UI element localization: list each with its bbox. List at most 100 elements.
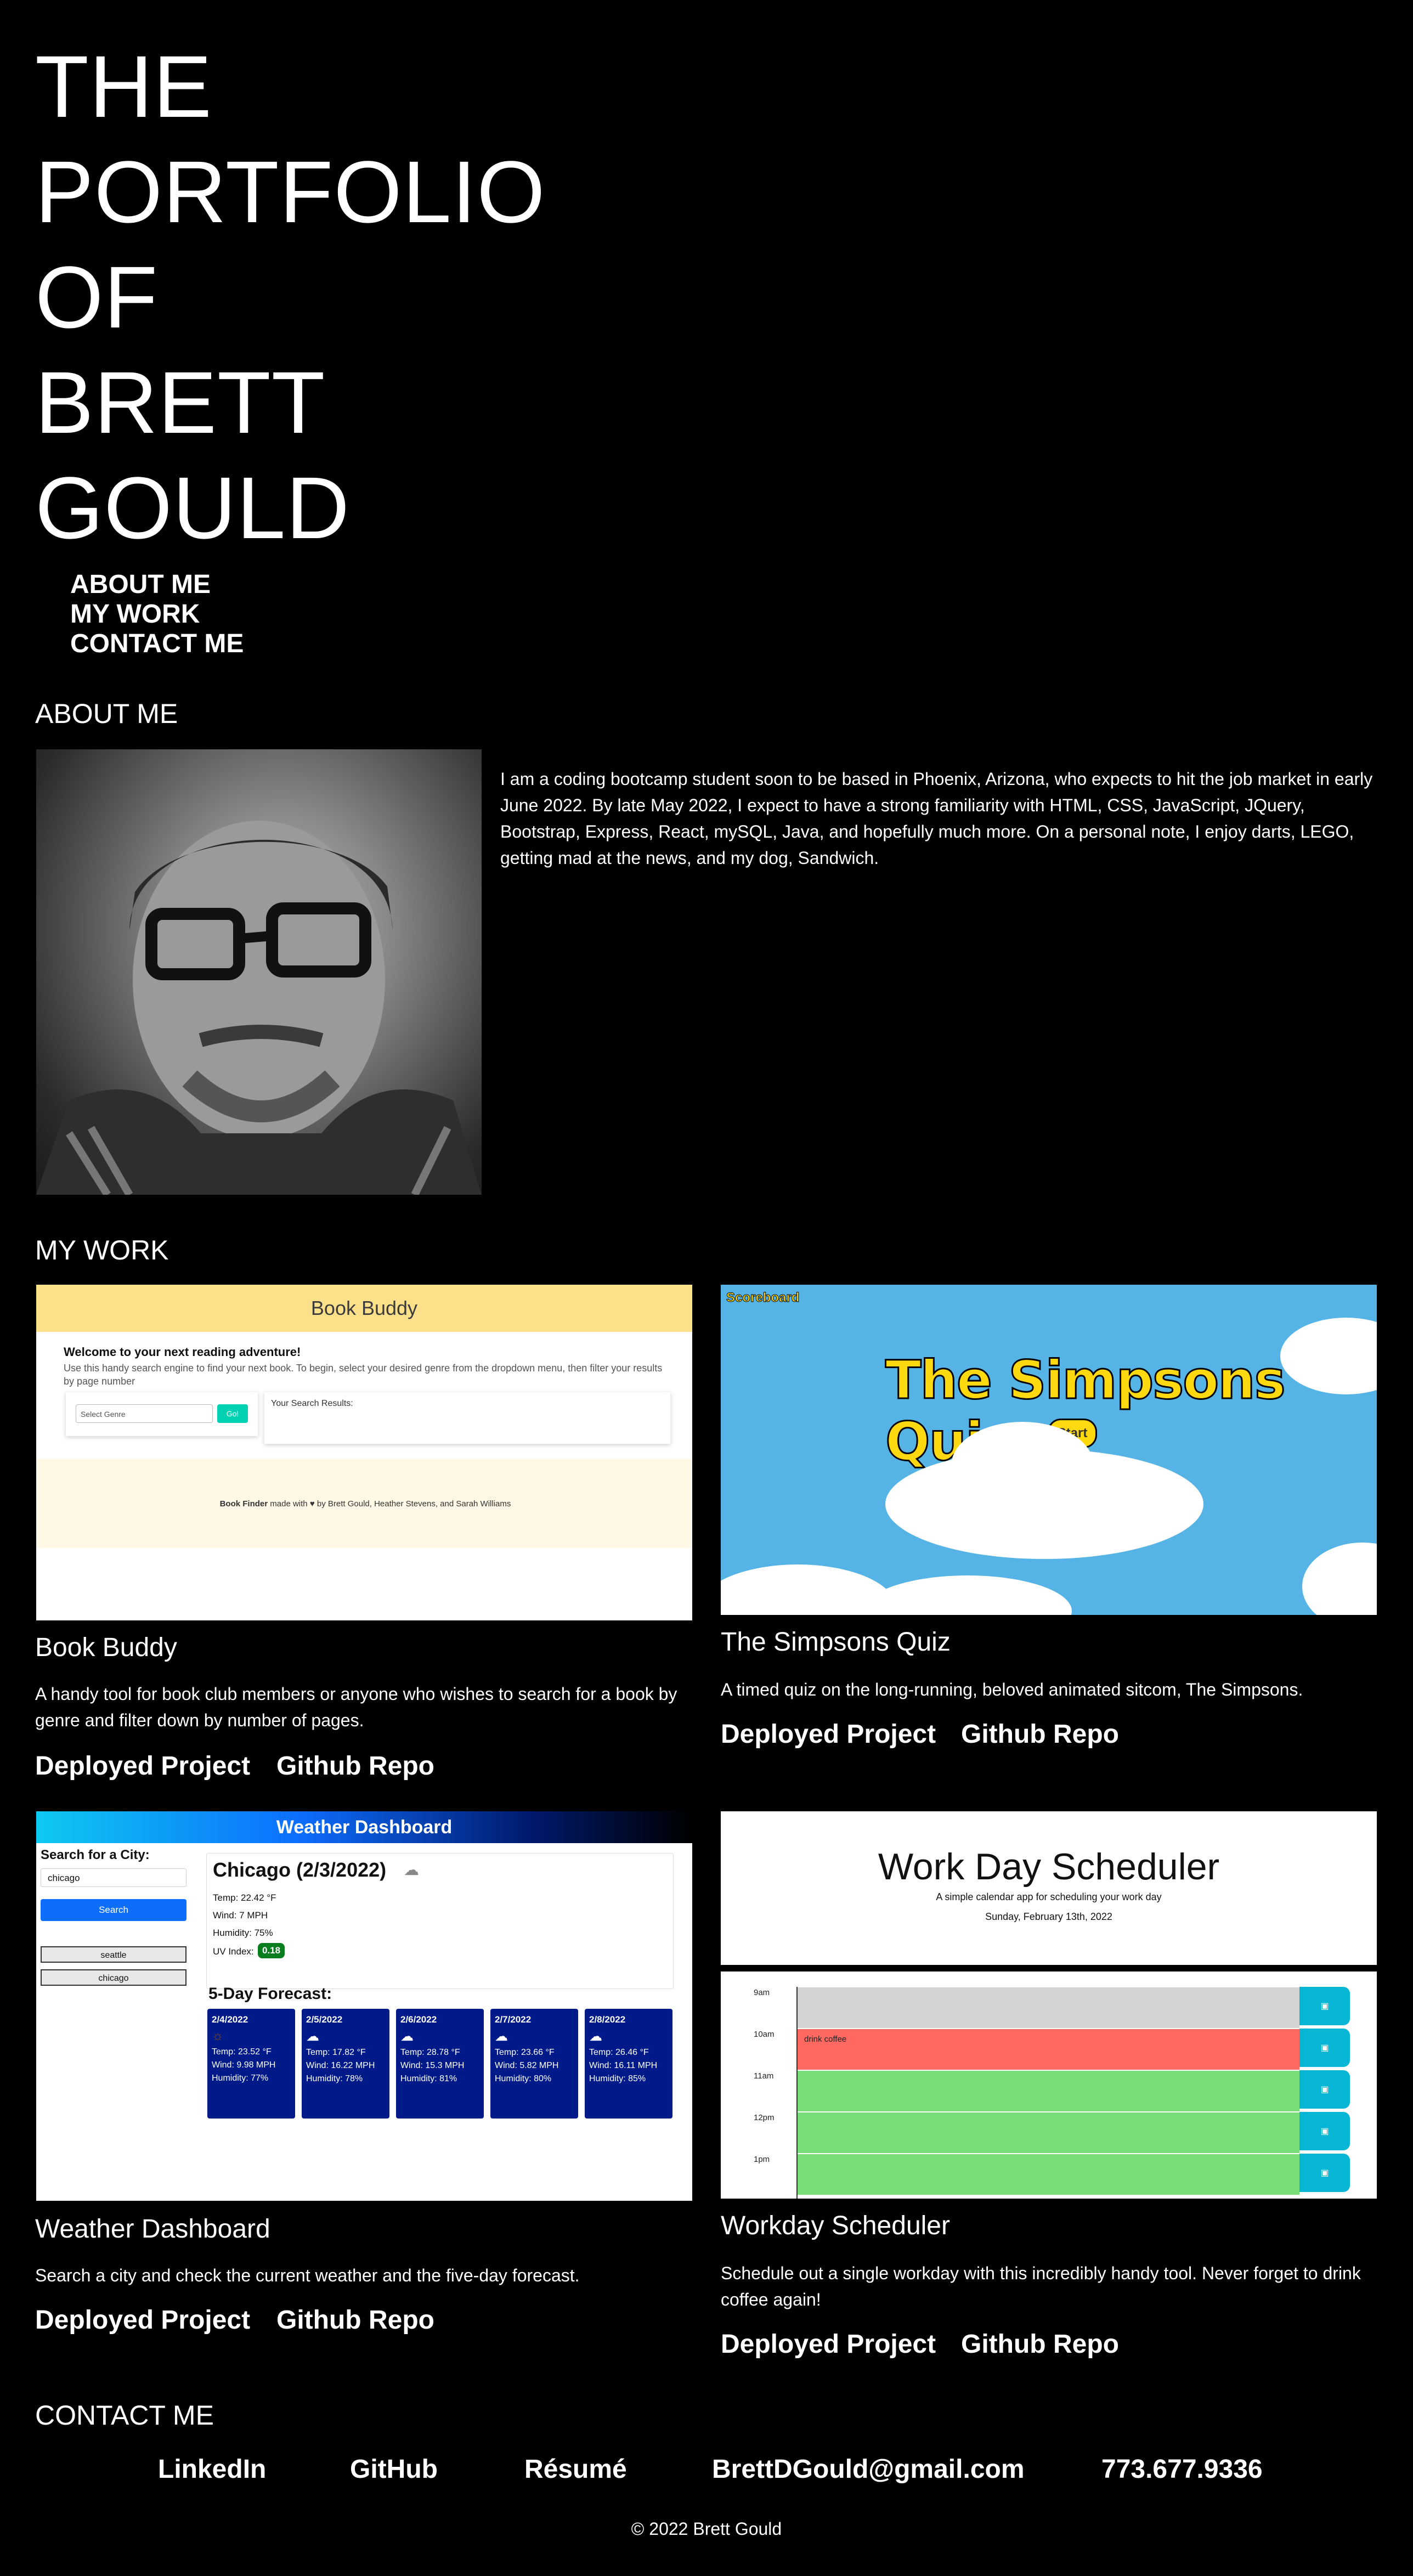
wd-day-temp: Temp: 28.78 °F: [400, 2048, 460, 2057]
profile-photo: [36, 749, 482, 1195]
nav-work-link[interactable]: MY WORK: [70, 601, 200, 628]
wd-humidity: Humidity: 75%: [213, 1928, 273, 1938]
wd-banner: Weather Dashboard: [36, 1811, 692, 1843]
save-icon: ▣: [1299, 2070, 1350, 2109]
ws-row-present: drink coffee: [798, 2029, 1299, 2070]
wd-day-wind: Wind: 9.98 MPH: [212, 2060, 276, 2070]
wd-day-icon: ☁: [589, 2029, 602, 2044]
project-desc-book-buddy: A handy tool for book club members or an…: [35, 1684, 677, 1730]
wd-day-date: 2/8/2022: [589, 2014, 626, 2025]
ws-row-future: [798, 2070, 1299, 2111]
wd-day-date: 2/4/2022: [212, 2014, 248, 2025]
ws-entry: drink coffee: [804, 2035, 847, 2044]
wd-day-date: 2/5/2022: [306, 2014, 343, 2025]
nav-contact-link[interactable]: CONTACT ME: [70, 631, 244, 657]
ws-row-past: [798, 1987, 1299, 2028]
bb-go-button: Go!: [217, 1404, 248, 1423]
ws-hour-label: 9am: [754, 1988, 770, 1997]
wd-forecast-day: 2/7/2022 ☁ Temp: 23.66 °F Wind: 5.82 MPH…: [490, 2009, 578, 2119]
weather-dashboard-screenshot[interactable]: Weather Dashboard Search for a City: chi…: [36, 1811, 692, 2201]
simp-cloud-2: [951, 1422, 1094, 1510]
simpsons-quiz-deployed-link[interactable]: Deployed Project: [721, 1721, 936, 1748]
project-title-simpsons-quiz: The Simpsons Quiz: [721, 1628, 951, 1657]
github-link[interactable]: GitHub: [350, 2456, 438, 2483]
hero-line-5: GOULD: [35, 459, 350, 557]
bb-footer: Book Finder made with ♥ by Brett Gould, …: [36, 1459, 692, 1548]
hero-line-4: BRETT: [35, 353, 326, 451]
bb-welcome: Welcome to your next reading adventure!: [64, 1345, 301, 1359]
weather-dashboard-deployed-link[interactable]: Deployed Project: [35, 2307, 250, 2334]
ws-hour-label: 11am: [754, 2071, 774, 2081]
simp-scoreboard: Scoreboard: [726, 1290, 800, 1306]
wd-day-wind: Wind: 16.11 MPH: [589, 2061, 658, 2070]
wd-history-chicago: chicago: [41, 1969, 186, 1986]
wd-day-date: 2/6/2022: [400, 2014, 437, 2025]
workday-scheduler-screenshot[interactable]: Work Day Scheduler A simple calendar app…: [721, 1811, 1377, 2199]
wd-forecast-day: 2/5/2022 ☁ Temp: 17.82 °F Wind: 16.22 MP…: [302, 2009, 389, 2119]
hero-line-2: PORTFOLIO: [35, 143, 546, 241]
wd-day-temp: Temp: 17.82 °F: [306, 2048, 366, 2057]
wd-uv-label: UV Index:: [213, 1946, 254, 1957]
project-desc-weather-dashboard: Search a city and check the current weat…: [35, 2266, 580, 2285]
hero-line-3: OF: [35, 248, 159, 346]
work-heading: MY WORK: [35, 1235, 169, 1266]
footer-copyright: © 2022 Brett Gould: [631, 2519, 782, 2539]
wd-weather-icon: ☁: [404, 1861, 419, 1878]
simp-cloud-6: [863, 1575, 1072, 1615]
wd-day-icon: ☁: [495, 2029, 508, 2044]
ws-subtitle: A simple calendar app for scheduling you…: [936, 1891, 1162, 1902]
save-icon: ▣: [1299, 1987, 1350, 2025]
wd-day-wind: Wind: 15.3 MPH: [400, 2061, 465, 2070]
weather-dashboard-repo-link[interactable]: Github Repo: [276, 2307, 434, 2334]
wd-temp: Temp: 22.42 °F: [213, 1893, 276, 1903]
ws-divider: [721, 1965, 1377, 1971]
ws-hour-label: 1pm: [754, 2155, 770, 2164]
ws-hour-label: 10am: [754, 2030, 775, 2039]
project-title-weather-dashboard: Weather Dashboard: [35, 2215, 270, 2244]
wd-city-heading: Chicago (2/3/2022): [213, 1858, 387, 1881]
wd-day-icon: ☁: [306, 2029, 319, 2044]
nav-about-link[interactable]: ABOUT ME: [70, 572, 211, 598]
wd-wind: Wind: 7 MPH: [213, 1910, 268, 1920]
project-desc-simpsons-quiz: A timed quiz on the long-running, belove…: [721, 1680, 1303, 1699]
wd-day-humidity: Humidity: 78%: [306, 2074, 363, 2083]
bb-header: Book Buddy: [36, 1285, 692, 1332]
wd-uv-badge: 0.18: [258, 1943, 285, 1958]
about-text: I am a coding bootcamp student soon to b…: [500, 769, 1373, 868]
bb-results-label: Your Search Results:: [271, 1399, 353, 1408]
project-desc-workday-scheduler: Schedule out a single workday with this …: [721, 2263, 1361, 2309]
wd-forecast-title: 5-Day Forecast:: [208, 1985, 332, 2003]
email-link[interactable]: BrettDGould@gmail.com: [712, 2456, 1025, 2483]
linkedin-link[interactable]: LinkedIn: [158, 2456, 266, 2483]
hero-line-1: THE: [35, 37, 212, 135]
wd-search-input: chicago: [41, 1868, 186, 1887]
workday-scheduler-repo-link[interactable]: Github Repo: [961, 2331, 1119, 2358]
wd-day-icon: ☼: [212, 2029, 224, 2043]
ws-hour-label: 12pm: [754, 2113, 775, 2122]
wd-day-humidity: Humidity: 85%: [589, 2074, 646, 2083]
save-icon: ▣: [1299, 2154, 1350, 2192]
wd-day-wind: Wind: 5.82 MPH: [495, 2061, 559, 2070]
phone-link[interactable]: 773.677.9336: [1101, 2456, 1263, 2483]
save-icon: ▣: [1299, 2112, 1350, 2150]
wd-day-humidity: Humidity: 77%: [212, 2074, 269, 2083]
workday-scheduler-deployed-link[interactable]: Deployed Project: [721, 2331, 936, 2358]
simp-cloud-4: [1302, 1543, 1377, 1615]
bb-genre-select: Select Genre: [76, 1404, 213, 1423]
resume-link[interactable]: Résumé: [524, 2456, 627, 2483]
simpsons-quiz-repo-link[interactable]: Github Repo: [961, 1721, 1119, 1748]
book-buddy-screenshot[interactable]: Book Buddy Welcome to your next reading …: [36, 1285, 692, 1620]
project-title-book-buddy: Book Buddy: [35, 1633, 177, 1662]
wd-day-temp: Temp: 23.66 °F: [495, 2048, 555, 2057]
wd-day-wind: Wind: 16.22 MPH: [306, 2061, 375, 2070]
wd-day-date: 2/7/2022: [495, 2014, 532, 2025]
wd-history-seattle: seattle: [41, 1946, 186, 1963]
bb-desc: Use this handy search engine to find you…: [64, 1363, 663, 1387]
wd-search-button: Search: [41, 1899, 186, 1921]
book-buddy-deployed-link[interactable]: Deployed Project: [35, 1753, 250, 1780]
wd-day-temp: Temp: 23.52 °F: [212, 2047, 272, 2057]
ws-date: Sunday, February 13th, 2022: [985, 1911, 1112, 1922]
book-buddy-repo-link[interactable]: Github Repo: [276, 1753, 434, 1780]
wd-day-humidity: Humidity: 80%: [495, 2074, 552, 2083]
simpsons-quiz-screenshot[interactable]: Scoreboard The Simpsons Quiz Start: [721, 1285, 1377, 1615]
